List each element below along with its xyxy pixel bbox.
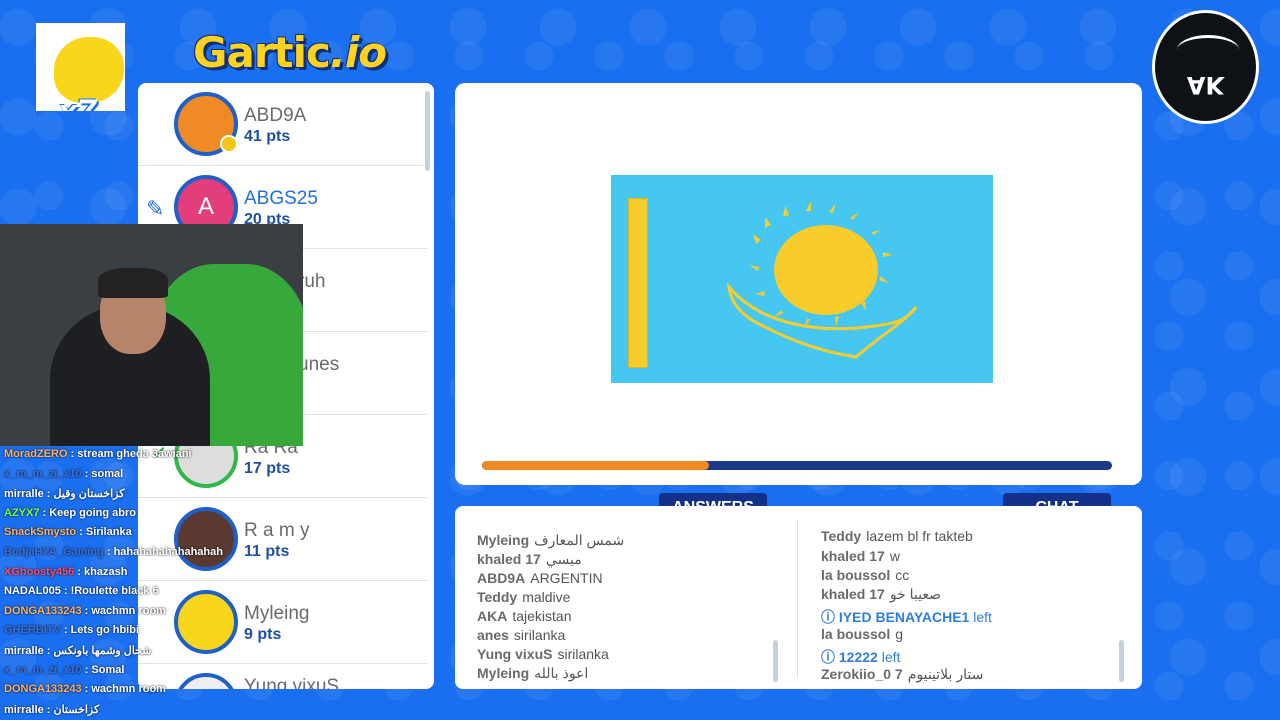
stream-chat-text: : !Roulette black 6 <box>63 585 159 598</box>
stream-chat-line: SnackSmysto: Sirilanka <box>4 526 132 538</box>
stream-chat-text: : Keep going abro <box>42 506 136 519</box>
divider <box>797 520 798 678</box>
streak-badge: x7 <box>36 23 125 111</box>
stream-chat-user: NADAL005 <box>4 585 61 598</box>
answer-item: Myleing اعوذ بالله <box>477 665 589 681</box>
stream-chat-user: mirralle <box>4 645 44 657</box>
player-row[interactable]: R a m y 11 pts <box>138 498 428 581</box>
chat-message: la boussol g <box>821 626 904 642</box>
stream-chat-line: BodjaHYA_Gaming: hahahahahahahahah <box>4 546 223 558</box>
logo-domain: .io <box>329 28 387 77</box>
info-icon: ⓘ <box>821 609 839 625</box>
eagle-drawing <box>726 201 918 359</box>
player-name: Myleing <box>244 603 310 624</box>
round-timer-fill <box>482 461 709 470</box>
stream-chat-text: : wachmn room <box>84 683 166 696</box>
answer-item: Myleing شمس المعارف <box>477 532 625 548</box>
stream-chat-line: DONGA133243: wachmn room <box>4 683 166 695</box>
chat-scrollbar[interactable] <box>1119 640 1124 682</box>
stream-chat-line: mirralle: كزاخستان وقيل <box>4 487 125 500</box>
answer-item: ABD9A ARGENTIN <box>477 570 603 586</box>
player-points: 41 pts <box>244 128 291 145</box>
stream-chat-user: MoradZERO <box>4 448 68 460</box>
stream-chat-text: : somal <box>84 467 124 480</box>
host-icon <box>220 135 238 153</box>
drawing <box>611 175 993 383</box>
stream-chat-line: DONGA133243: wachmn room <box>4 605 166 617</box>
answer-item: anes sirilanka <box>477 627 566 643</box>
stream-chat-user: XGhoosty456 <box>4 565 75 578</box>
streamer-cap <box>98 268 168 298</box>
stream-chat-text: : Sirilanka <box>79 526 132 539</box>
stream-chat-user: DONGA133243 <box>4 683 82 696</box>
stream-chat-line: x_ra_m_zi_x10: Somal <box>4 664 124 676</box>
chat-message: Teddy lazem bl fr takteb <box>821 528 973 544</box>
chat-system-message: ⓘ IYED BENAYACHE1 left <box>821 609 992 625</box>
stream-chat-text: : wachmn room <box>84 604 166 617</box>
chat-message: la boussol cc <box>821 567 910 583</box>
stream-chat-text: : كزاخستان وقيل <box>46 488 125 501</box>
player-name: R a m y <box>244 520 310 541</box>
stream-chat-user: x_ra_m_zi_x10 <box>4 663 82 676</box>
player-avatar <box>174 590 238 654</box>
stream-chat-line: GHERBITV: Lets go hbibi <box>4 624 139 636</box>
stream-chat-user: AZYX7 <box>4 506 40 519</box>
player-avatar <box>174 507 238 571</box>
stream-chat-text: : شحال وشمها باونكس <box>46 645 152 657</box>
chat-message: khaled 17 w <box>821 548 900 564</box>
stream-chat-text: : كزاخستان <box>46 703 100 716</box>
webcam-overlay <box>0 224 303 446</box>
stream-chat-line: mirralle: شحال وشمها باونكس <box>4 644 151 657</box>
drawing-canvas[interactable] <box>455 83 1142 485</box>
stream-chat-line: XGhoosty456: khazash <box>4 566 127 578</box>
player-row[interactable]: Myleing 9 pts <box>138 581 428 664</box>
eagle-icon <box>1177 35 1239 65</box>
streamer-emblem: AK <box>1152 10 1259 124</box>
player-name: unes <box>298 354 340 375</box>
stream-chat-line: NADAL005: !Roulette black 6 <box>4 585 159 597</box>
stream-chat-user: DONGA133243 <box>4 604 82 617</box>
player-row[interactable]: ABD9A 41 pts <box>138 83 428 166</box>
streak-multiplier: x7 <box>58 93 96 111</box>
stream-chat-text: : Somal <box>84 663 125 676</box>
chat-system-message: ⓘ 12222 left <box>821 649 901 665</box>
emblem-text: AK <box>1186 71 1225 99</box>
pencil-icon: ✎ <box>146 196 165 221</box>
answer-item: Yung vixuS sirilanka <box>477 646 609 662</box>
player-points: 11 pts <box>244 543 290 560</box>
player-name: ABGS25 <box>244 188 318 209</box>
player-avatar <box>174 673 238 689</box>
stream-chat-text: : Lets go hbibi <box>63 624 140 637</box>
answers-scrollbar[interactable] <box>773 640 778 682</box>
stream-chat-line: x_ra_m_zi_x10: somal <box>4 468 123 480</box>
answer-item: khaled 17 ميسي <box>477 551 582 567</box>
answer-item: Teddy maldive <box>477 589 571 605</box>
stream-chat-user: x_ra_m_zi_x10 <box>4 467 82 480</box>
answer-item: AKA tajekistan <box>477 608 572 624</box>
chat-message: khaled 17 صعيبا خو <box>821 586 941 602</box>
gartic-logo: Gartic.io <box>193 28 387 77</box>
stream-chat-line: MoradZERO: stream gheda 3awiani <box>4 448 192 460</box>
stream-chat-user: BodjaHYA_Gaming <box>4 546 104 558</box>
stream-chat-text: : khazash <box>77 565 128 578</box>
player-row[interactable]: Yung vixuS <box>138 664 428 689</box>
stream-chat-user: GHERBITV <box>4 624 61 637</box>
stream-chat-text: : stream gheda 3awiani <box>70 448 192 460</box>
chat-message: Zerokiio_0 7 ستار بلاتينيوم <box>821 666 984 682</box>
players-scrollbar[interactable] <box>425 91 430 171</box>
stream-chat-line: mirralle: كزاخستان <box>4 703 99 716</box>
messages-panel: Myleing شمس المعارف khaled 17 ميسي ABD9A AR… <box>455 506 1142 689</box>
player-points: 17 pts <box>244 460 291 477</box>
stream-chat-user: mirralle <box>4 703 44 716</box>
player-name: Yung vixuS <box>244 676 340 689</box>
stream-chat-line: AZYX7: Keep going abro <box>4 507 136 519</box>
player-points: 9 pts <box>244 626 282 643</box>
logo-text: Gartic <box>193 28 331 77</box>
player-name: ABD9A <box>244 105 307 126</box>
stream-chat-text: : hahahahahahahahah <box>106 546 223 558</box>
stream-chat-user: mirralle <box>4 488 44 501</box>
stream-chat-user: SnackSmysto <box>4 526 77 539</box>
info-icon: ⓘ <box>821 649 839 665</box>
round-timer <box>482 461 1112 470</box>
